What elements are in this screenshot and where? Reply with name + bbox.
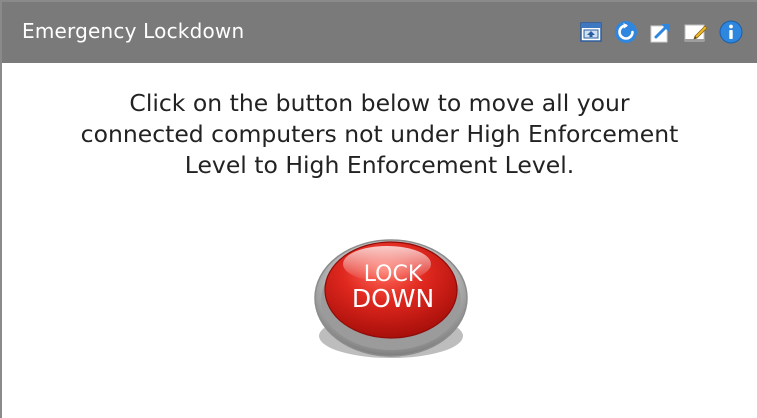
instruction-line: Click on the button below to move all yo… <box>129 89 630 117</box>
lockdown-instructions: Click on the button below to move all yo… <box>2 88 757 181</box>
instruction-line: Level to High Enforcement Level. <box>184 151 575 179</box>
lockdown-button-line2: DOWN <box>352 284 434 313</box>
dock-icon[interactable] <box>579 20 603 44</box>
popout-icon[interactable] <box>649 20 673 44</box>
widget-toolbar <box>579 20 743 44</box>
lockdown-button[interactable]: LOCK DOWN <box>309 224 473 362</box>
edit-icon[interactable] <box>684 20 708 44</box>
emergency-lockdown-widget: Emergency Lockdown Click on the button b… <box>0 0 757 418</box>
info-icon[interactable] <box>719 20 743 44</box>
refresh-icon[interactable] <box>614 20 638 44</box>
instruction-line: connected computers not under High Enfor… <box>80 120 679 148</box>
widget-titlebar: Emergency Lockdown <box>2 2 757 63</box>
widget-title: Emergency Lockdown <box>22 19 245 43</box>
